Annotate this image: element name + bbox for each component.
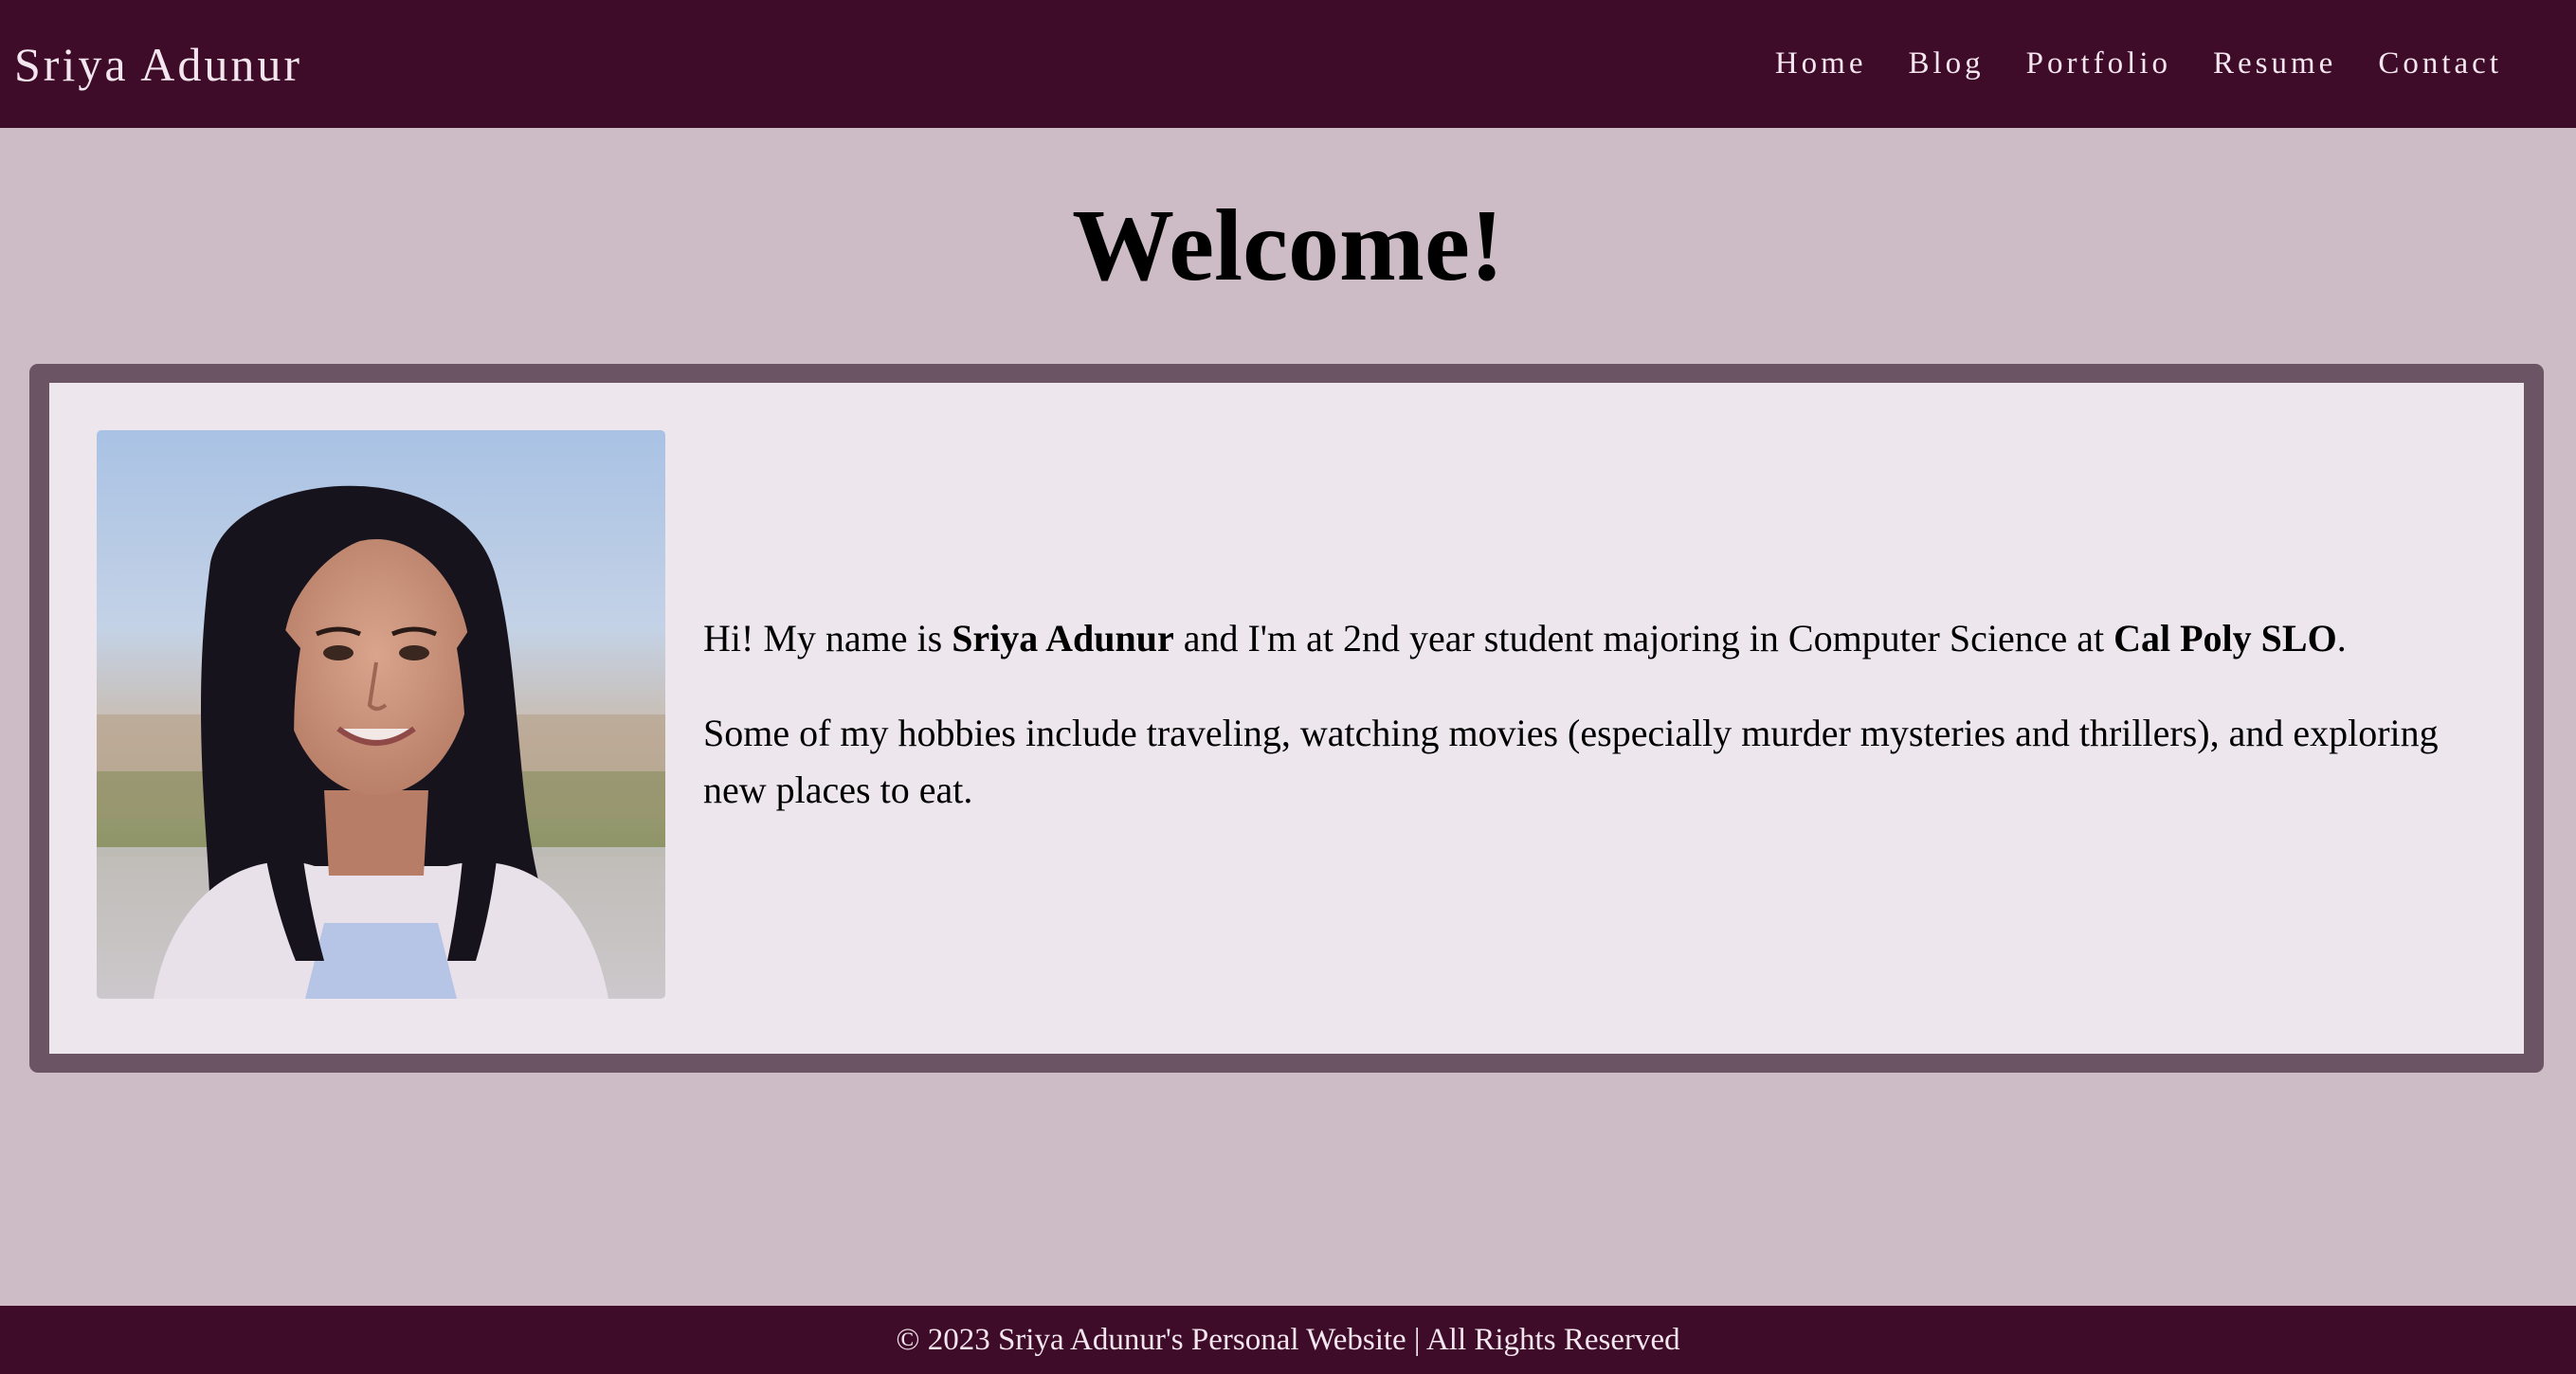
nav-link-portfolio[interactable]: Portfolio [2026,43,2171,84]
intro-card: Hi! My name is Sriya Adunur and I'm at 2… [49,383,2524,1054]
site-header: Sriya Adunur Home Blog Portfolio Resume … [0,0,2576,128]
nav-link-home[interactable]: Home [1775,43,1867,84]
nav-link-blog[interactable]: Blog [1908,43,1984,84]
nav-link-contact[interactable]: Contact [2378,43,2502,84]
site-title-link[interactable]: Sriya Adunur [14,36,302,93]
main-nav: Home Blog Portfolio Resume Contact [1733,43,2502,84]
school-highlight: Cal Poly SLO [2113,617,2337,660]
intro-paragraph-1: Hi! My name is Sriya Adunur and I'm at 2… [703,610,2485,667]
site-footer: © 2023 Sriya Adunur's Personal Website |… [0,1306,2576,1374]
intro-text: Hi! My name is Sriya Adunur and I'm at 2… [703,610,2485,857]
intro-paragraph-2: Some of my hobbies include traveling, wa… [703,712,2439,811]
intro-text-prefix: Hi! My name is [703,617,952,660]
nav-link-resume[interactable]: Resume [2213,43,2336,84]
intro-card-frame: Hi! My name is Sriya Adunur and I'm at 2… [29,364,2544,1073]
profile-photo [97,430,665,999]
page-title: Welcome! [1072,190,1504,302]
name-highlight: Sriya Adunur [952,617,1174,660]
intro-text-suffix: . [2336,617,2347,660]
intro-text-middle: and I'm at 2nd year student majoring in … [1173,617,2114,660]
